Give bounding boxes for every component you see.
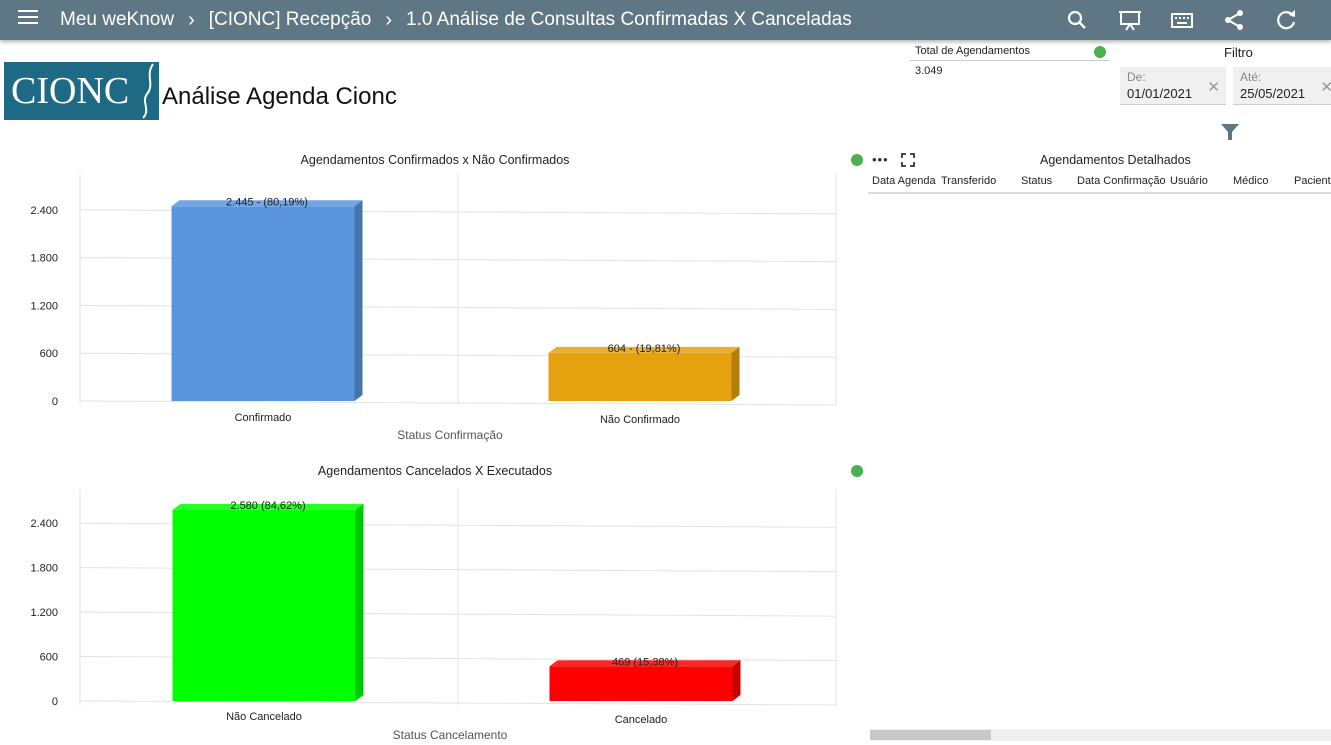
logo-wave-icon: [142, 63, 154, 119]
kpi-card[interactable]: Total de Agendamentos 3.049: [910, 42, 1110, 90]
bar: [172, 509, 356, 701]
chart2-plot: 0 600 1.200 1.800 2.400 2.580 (84,62%) Não Can…: [30, 489, 837, 742]
keyboard-icon[interactable]: [1168, 6, 1196, 34]
column-header[interactable]: Status: [1021, 175, 1052, 187]
y-tick-label: 1.200: [30, 300, 58, 312]
y-tick-label: 0: [52, 696, 58, 708]
column-header[interactable]: Transferido: [941, 175, 996, 187]
x-axis-label: Status Confirmação: [397, 428, 503, 442]
y-tick-label: 0: [52, 396, 58, 408]
bar-side: [732, 660, 741, 701]
y-tick-label: 600: [40, 348, 58, 360]
y-tick-label: 2.400: [30, 205, 58, 217]
data-label: 604 - (19,81%): [608, 343, 681, 355]
refresh-icon[interactable]: [1272, 6, 1300, 34]
date-to-field[interactable]: Até: 25/05/2021 ✕: [1233, 67, 1331, 105]
y-tick-label: 600: [40, 652, 58, 664]
top-bar: Meu weKnow › [CIONC] Recepção › 1.0 Anál…: [0, 0, 1331, 40]
table-header: Data Agenda Transferido Status Data Conf…: [868, 170, 1331, 194]
date-from-label: De:: [1127, 70, 1146, 84]
search-icon[interactable]: [1063, 6, 1091, 34]
column-header[interactable]: Médico: [1233, 175, 1268, 187]
column-header[interactable]: Data Confirmação: [1077, 175, 1166, 187]
status-dot-icon: [851, 154, 863, 166]
share-icon[interactable]: [1220, 6, 1248, 34]
x-tick-label: Cancelado: [615, 714, 668, 726]
filter-label: Filtro: [1224, 45, 1253, 60]
bar-side: [731, 346, 740, 401]
bar: [549, 666, 733, 701]
x-axis-label: Status Cancelamento: [393, 728, 508, 742]
breadcrumb-folder[interactable]: [CIONC] Recepção: [209, 9, 372, 31]
status-dot-icon: [851, 465, 863, 477]
data-label: 469 (15,38%): [612, 656, 678, 668]
more-options-icon[interactable]: •••: [872, 152, 889, 168]
horizontal-scrollbar[interactable]: [870, 729, 1331, 741]
clear-icon[interactable]: ✕: [1207, 78, 1220, 96]
breadcrumb: Meu weKnow › [CIONC] Recepção › 1.0 Anál…: [60, 0, 852, 40]
date-to-label: Até:: [1240, 70, 1262, 84]
presentation-icon[interactable]: [1116, 6, 1144, 34]
y-tick-label: 2.400: [30, 518, 58, 530]
status-dot-icon: [1094, 46, 1106, 58]
chart1-plot: 0 600 1.200 1.800 2.400 2.445 - (80,19%) Confi…: [30, 174, 837, 442]
scrollbar-thumb[interactable]: [870, 730, 991, 740]
x-tick-label: Não Cancelado: [226, 711, 302, 723]
chart1-title: Agendamentos Confirmados x Não Confirmad…: [300, 153, 570, 167]
fullscreen-icon[interactable]: [900, 152, 916, 168]
logo: CIONC: [4, 62, 159, 120]
page-title: Análise Agenda Cionc: [162, 83, 397, 110]
y-tick-label: 1.800: [30, 563, 58, 575]
chevron-right-icon: ›: [188, 8, 195, 31]
breadcrumb-home[interactable]: Meu weKnow: [60, 9, 174, 31]
bar-side: [355, 503, 364, 701]
kpi-value: 3.049: [915, 65, 943, 77]
x-tick-label: Não Confirmado: [600, 414, 680, 426]
breadcrumb-current: 1.0 Análise de Consultas Confirmadas X C…: [406, 9, 852, 30]
logo-text: CIONC: [11, 70, 130, 112]
menu-icon[interactable]: [18, 10, 38, 28]
chevron-right-icon: ›: [385, 8, 393, 31]
chart2-title: Agendamentos Cancelados X Executados: [317, 464, 553, 478]
clear-icon[interactable]: ✕: [1320, 78, 1331, 96]
x-tick-label: Confirmado: [235, 412, 292, 424]
bar: [548, 352, 732, 401]
bar: [171, 206, 355, 401]
table-title: Agendamentos Detalhados: [1040, 153, 1191, 167]
column-header[interactable]: Usuário: [1170, 175, 1208, 187]
date-to-value[interactable]: 25/05/2021: [1240, 86, 1305, 101]
y-tick-label: 1.800: [30, 253, 58, 265]
column-header[interactable]: Data Agenda: [872, 175, 936, 187]
kpi-title: Total de Agendamentos: [910, 42, 1110, 61]
date-from-value[interactable]: 01/01/2021: [1127, 86, 1192, 101]
date-from-field[interactable]: De: 01/01/2021 ✕: [1120, 67, 1226, 105]
data-label: 2.445 - (80,19%): [226, 196, 308, 208]
filter-icon[interactable]: [1220, 122, 1240, 142]
column-header[interactable]: Paciente: [1294, 175, 1331, 187]
bar-side: [354, 200, 363, 401]
y-tick-label: 1.200: [30, 607, 58, 619]
data-label: 2.580 (84,62%): [230, 500, 305, 512]
